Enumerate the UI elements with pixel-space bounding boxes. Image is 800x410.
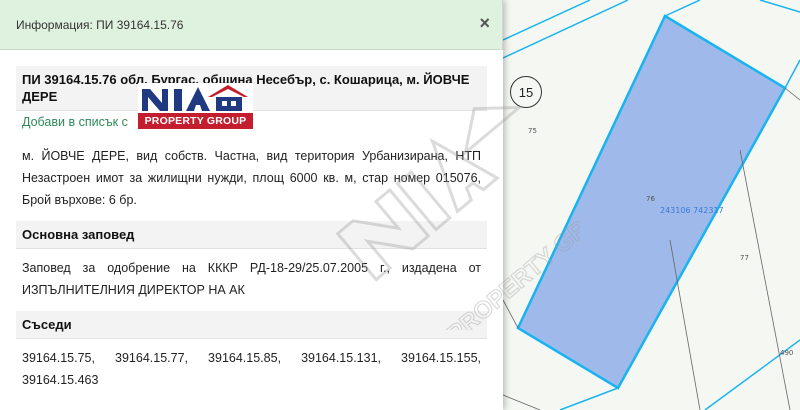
popup-title: Информация: ПИ 39164.15.76 (16, 17, 184, 32)
company-logo: PROPERTY GROUP (138, 83, 253, 129)
popup-header: Информация: ПИ 39164.15.76 × (0, 0, 502, 50)
parcel-label: 75 (528, 127, 537, 135)
info-popup: Информация: ПИ 39164.15.76 × ПИ 39164.15… (0, 0, 503, 410)
parcel-label: 490 (780, 349, 794, 357)
cadastral-id-label: 243106 742317 (660, 206, 724, 215)
parcel-description: м. ЙОВЧЕ ДЕРЕ, вид собств. Частна, вид т… (22, 149, 481, 207)
neighbors-list: 39164.15.75, 39164.15.77, 39164.15.85, 3… (22, 351, 481, 387)
logo-letters (138, 83, 253, 113)
block-number-badge: 15 (510, 76, 542, 108)
neighbors-heading: Съседи (16, 311, 487, 339)
main-order-heading: Основна заповед (16, 221, 487, 249)
parcel-label: 76 (646, 195, 655, 203)
main-order-text: Заповед за одобрение на КККР РД-18-29/25… (22, 261, 481, 297)
close-button[interactable]: × (479, 14, 490, 32)
logo-tagline: PROPERTY GROUP (138, 113, 253, 129)
parcel-label: 77 (740, 254, 749, 262)
